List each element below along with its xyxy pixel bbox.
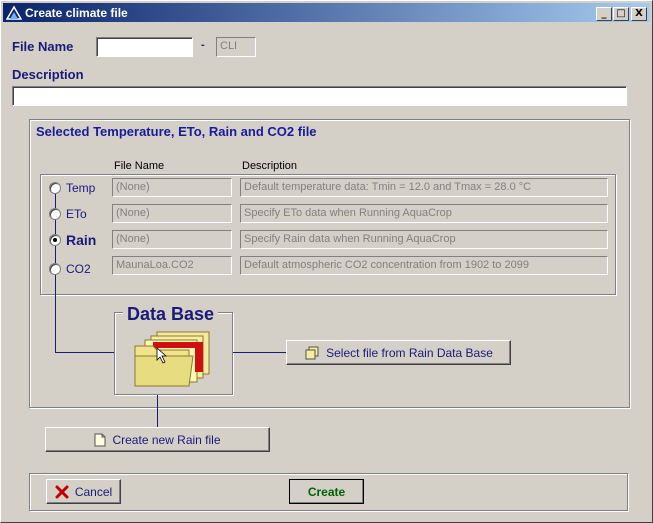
column-header-file-name: File Name <box>114 160 165 172</box>
extension-field: CLI <box>216 37 256 57</box>
minimize-button[interactable]: _ <box>596 7 612 21</box>
app-icon <box>6 5 22 20</box>
select-from-database-button[interactable]: Select file from Rain Data Base <box>286 340 511 365</box>
column-header-description: Description <box>242 160 298 172</box>
selection-group-title: Selected Temperature, ETo, Rain and CO2 … <box>36 124 317 139</box>
file-name-label: File Name <box>12 39 74 54</box>
radio-co2-label[interactable]: CO2 <box>66 262 91 276</box>
temp-description-field: Default temperature data: Tmin = 12.0 an… <box>240 178 608 197</box>
database-connector-left <box>55 352 114 353</box>
select-from-database-label: Select file from Rain Data Base <box>326 345 493 360</box>
description-label: Description <box>12 67 84 82</box>
eto-description-field: Specify ETo data when Running AquaCrop <box>240 204 608 223</box>
create-label: Create <box>307 484 346 499</box>
database-connector-right <box>233 352 286 353</box>
database-connector-down <box>157 395 158 427</box>
copy-files-icon <box>305 346 319 359</box>
radio-rain[interactable] <box>49 234 61 246</box>
create-button[interactable]: Create <box>289 479 364 504</box>
cancel-label: Cancel <box>74 484 113 499</box>
close-button[interactable]: X <box>631 7 647 21</box>
radio-temp-label[interactable]: Temp <box>66 181 95 195</box>
eto-file-field: (None) <box>112 204 232 223</box>
create-climate-file-window: Create climate file _ □ X File Name - CL… <box>0 0 653 523</box>
create-new-rain-file-label: Create new Rain file <box>112 432 221 447</box>
temp-file-field: (None) <box>112 178 232 197</box>
create-new-rain-file-button[interactable]: Create new Rain file <box>45 427 270 452</box>
radio-temp[interactable] <box>49 182 61 194</box>
radio-eto[interactable] <box>49 208 61 220</box>
description-input[interactable] <box>12 86 627 106</box>
radio-rain-label[interactable]: Rain <box>66 232 96 248</box>
radio-eto-label[interactable]: ETo <box>66 207 87 221</box>
file-name-input[interactable] <box>96 37 193 57</box>
co2-file-field: MaunaLoa.CO2 <box>112 256 232 275</box>
new-file-icon <box>94 433 106 446</box>
extension-separator: - <box>201 39 205 51</box>
cancel-button[interactable]: Cancel <box>46 479 121 504</box>
window-title: Create climate file <box>25 6 128 20</box>
rain-file-field: (None) <box>112 230 232 249</box>
rain-description-field: Specify Rain data when Running AquaCrop <box>240 230 608 249</box>
database-folder-icon[interactable] <box>133 326 213 388</box>
cancel-x-icon <box>55 485 69 498</box>
radio-co2[interactable] <box>49 263 61 275</box>
title-bar[interactable]: Create climate file _ □ X <box>3 3 650 22</box>
database-title: Data Base <box>123 304 219 325</box>
maximize-button[interactable]: □ <box>613 7 629 21</box>
co2-description-field: Default atmospheric CO2 concentration fr… <box>240 256 608 275</box>
